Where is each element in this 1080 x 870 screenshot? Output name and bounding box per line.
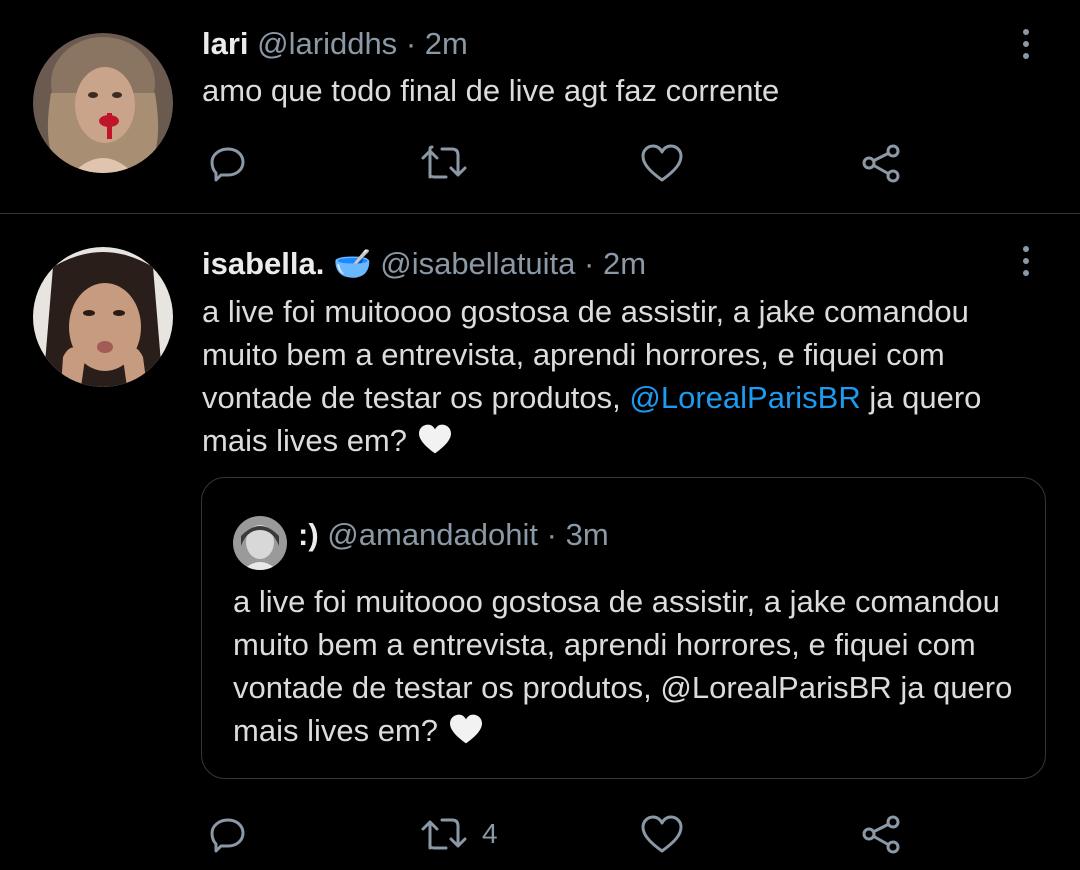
display-name[interactable]: isabella. xyxy=(202,246,324,281)
timestamp[interactable]: 2m xyxy=(425,26,468,61)
retweet-count: 4 xyxy=(482,818,498,849)
retweet-icon xyxy=(421,818,467,850)
timestamp: 3m xyxy=(565,517,609,552)
action-bar xyxy=(0,138,1080,188)
separator: · xyxy=(546,517,557,552)
heart-icon xyxy=(641,144,683,182)
retweet-button[interactable]: 4 xyxy=(420,809,498,859)
avatar[interactable] xyxy=(233,516,287,570)
quoted-tweet-header: :) @amandadohit · 3m xyxy=(298,516,609,554)
retweet-icon xyxy=(421,145,467,179)
white-heart-emoji-icon xyxy=(418,424,451,454)
avatar[interactable] xyxy=(33,247,173,387)
reply-icon xyxy=(210,147,245,182)
timestamp[interactable]: 2m xyxy=(603,246,646,281)
white-heart-emoji-icon xyxy=(449,714,482,744)
like-button[interactable] xyxy=(640,138,684,188)
reply-icon xyxy=(210,818,245,853)
user-handle[interactable]: @isabellatuita xyxy=(380,246,575,281)
share-icon xyxy=(862,815,900,854)
quoted-tweet-text: a live foi muitoooo gostosa de assistir,… xyxy=(233,580,1023,752)
tweet-text: amo que todo final de live agt faz corre… xyxy=(202,73,780,108)
quoted-text: a live foi muitoooo gostosa de assistir,… xyxy=(233,584,1013,748)
display-name[interactable]: lari xyxy=(202,26,249,61)
tweet-header: isabella. 🥣 @isabellatuita · 2m xyxy=(202,246,646,282)
tweet[interactable]: isabella. 🥣 @isabellatuita · 2m a live f… xyxy=(0,215,1080,870)
share-button[interactable] xyxy=(860,809,902,859)
name-emoji: 🥣 xyxy=(332,246,372,281)
divider xyxy=(0,213,1080,214)
action-bar: 4 xyxy=(0,809,1080,859)
reply-button[interactable] xyxy=(208,809,248,859)
tweet-header: lari @lariddhs · 2m xyxy=(202,26,468,62)
tweet[interactable]: lari @lariddhs · 2m amo que todo final d… xyxy=(0,0,1080,214)
more-vertical-icon[interactable] xyxy=(1016,241,1036,281)
share-icon xyxy=(862,144,900,183)
reply-button[interactable] xyxy=(208,138,248,188)
heart-icon xyxy=(641,815,683,853)
tweet-text: a live foi muitoooo gostosa de assistir,… xyxy=(202,290,1052,462)
user-handle[interactable]: @amandadohit xyxy=(327,517,538,552)
like-button[interactable] xyxy=(640,809,684,859)
mention-link[interactable]: @LorealParisBR xyxy=(629,380,860,415)
user-handle[interactable]: @lariddhs xyxy=(257,26,397,61)
quoted-tweet[interactable]: :) @amandadohit · 3m a live foi muitoooo… xyxy=(201,477,1046,779)
separator: · xyxy=(405,26,417,61)
more-vertical-icon[interactable] xyxy=(1016,24,1036,64)
share-button[interactable] xyxy=(860,138,902,188)
separator: · xyxy=(584,246,595,281)
display-name[interactable]: :) xyxy=(298,517,319,552)
retweet-button[interactable] xyxy=(420,138,468,188)
